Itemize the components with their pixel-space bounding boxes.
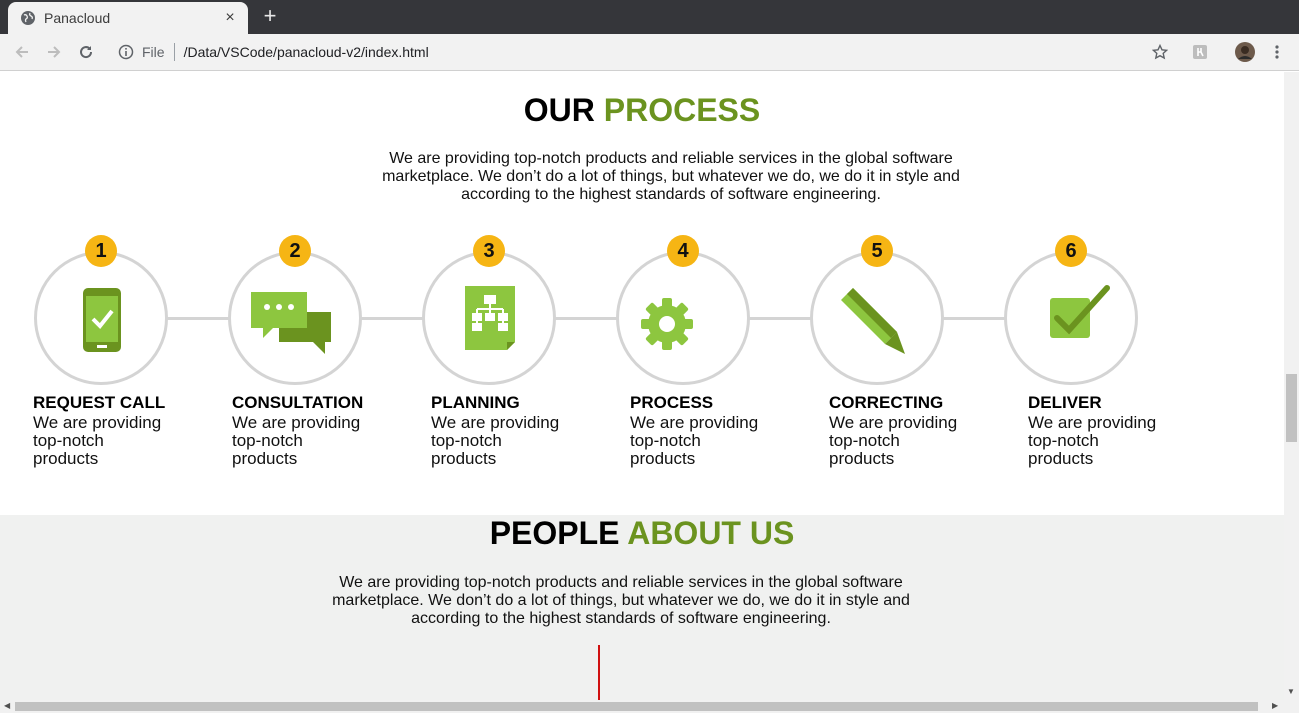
info-icon[interactable] [118, 44, 134, 60]
step-3-badge: 3 [473, 235, 505, 267]
people-heading-accent: ABOUT US [627, 515, 795, 551]
reload-button[interactable] [74, 40, 98, 64]
address-bar[interactable]: File /Data/VSCode/panacloud-v2/index.htm… [108, 38, 1148, 66]
step-connector [749, 317, 811, 320]
step-2-title: CONSULTATION [232, 393, 364, 412]
sitemap-document-icon [465, 286, 515, 350]
step-3-title: PLANNING [431, 393, 520, 412]
step-5-title: CORRECTING [829, 393, 944, 412]
horizontal-scrollbar[interactable]: ◀ ▶ [0, 700, 1299, 713]
extension-button[interactable] [1188, 40, 1212, 64]
back-arrow-icon [15, 46, 28, 58]
step-1-title: REQUEST CALL [33, 393, 166, 412]
step-4-title: PROCESS [630, 393, 714, 412]
extension-icon [1193, 45, 1207, 59]
step-connector [555, 317, 617, 320]
step-3-text: We are providing top-notch products [431, 413, 560, 468]
people-section: PEOPLE ABOUT US We are providing top-not… [0, 515, 1284, 700]
more-vert-icon [1275, 45, 1279, 59]
tab-title: Panacloud [44, 10, 111, 26]
back-button[interactable] [10, 40, 34, 64]
checkbox-icon [1050, 285, 1110, 338]
step-4-circle [616, 251, 750, 385]
tab-strip: Panacloud × + [0, 0, 1299, 34]
omnibox-divider [173, 43, 175, 61]
step-6-text: We are providing top-notch products [1028, 413, 1157, 468]
step-connector [361, 317, 423, 320]
step-4-text: We are providing top-notch products [630, 413, 759, 468]
star-icon [1152, 44, 1168, 60]
forward-arrow-icon [48, 46, 61, 58]
scroll-right-arrow-icon[interactable]: ▶ [1272, 701, 1278, 710]
step-2-badge: 2 [279, 235, 311, 267]
step-1-text: We are providing top-notch products [33, 413, 162, 468]
process-heading-accent: PROCESS [603, 92, 761, 128]
people-heading-part1: PEOPLE [489, 515, 620, 551]
vertical-scroll-thumb[interactable] [1286, 374, 1297, 442]
browser-toolbar: File /Data/VSCode/panacloud-v2/index.htm… [0, 34, 1299, 71]
step-6-badge: 6 [1055, 235, 1087, 267]
step-1-badge: 1 [85, 235, 117, 267]
browser-tab[interactable]: Panacloud × [8, 2, 248, 34]
browser-menu-button[interactable] [1265, 40, 1289, 64]
avatar-icon [1235, 42, 1255, 62]
gear-icon [641, 298, 693, 350]
scroll-down-arrow-icon[interactable]: ▼ [1287, 687, 1295, 696]
chat-bubbles-icon [251, 292, 331, 354]
people-heading: PEOPLE ABOUT US [0, 515, 1284, 552]
step-5-circle [810, 251, 944, 385]
step-6-title: DELIVER [1028, 393, 1102, 412]
step-connector [167, 317, 229, 320]
timeline-line [598, 645, 600, 700]
phone-check-icon [83, 288, 121, 352]
process-description: We are providing top-notch products and … [382, 150, 960, 203]
step-2-text: We are providing top-notch products [232, 413, 361, 468]
forward-button[interactable] [42, 40, 66, 64]
step-1-circle [34, 251, 168, 385]
process-heading-part1: OUR [523, 92, 595, 128]
new-tab-button[interactable]: + [258, 4, 282, 28]
process-heading: OUR PROCESS [0, 92, 1284, 129]
reload-icon [80, 46, 93, 59]
url-text[interactable]: /Data/VSCode/panacloud-v2/index.html [184, 44, 429, 60]
pencil-icon [841, 288, 905, 354]
step-2-circle [228, 251, 362, 385]
people-description: We are providing top-notch products and … [332, 574, 910, 627]
step-5-badge: 5 [861, 235, 893, 267]
vertical-scrollbar[interactable]: ▼ [1284, 72, 1299, 700]
step-4-badge: 4 [667, 235, 699, 267]
tab-close-icon[interactable]: × [222, 10, 238, 26]
step-6-circle [1004, 251, 1138, 385]
globe-icon [21, 11, 35, 25]
scroll-left-arrow-icon[interactable]: ◀ [4, 701, 10, 710]
step-connector [943, 317, 1005, 320]
file-scheme-label: File [142, 44, 165, 60]
bookmark-star-button[interactable] [1148, 40, 1172, 64]
step-3-circle [422, 251, 556, 385]
page-viewport: OUR PROCESS We are providing top-notch p… [0, 72, 1284, 700]
horizontal-scroll-thumb[interactable] [15, 702, 1258, 711]
step-5-text: We are providing top-notch products [829, 413, 958, 468]
profile-avatar[interactable] [1233, 40, 1257, 64]
